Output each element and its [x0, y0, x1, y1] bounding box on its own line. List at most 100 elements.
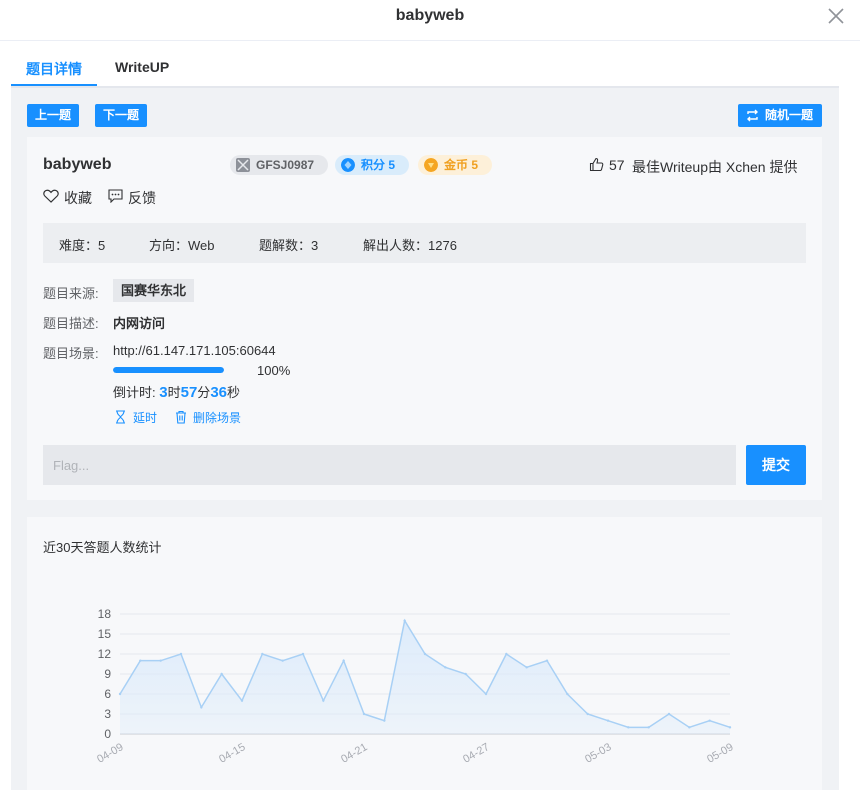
stats-chart-card: 近30天答题人数统计 0 3 6 9 12 15 18 04-09 04-15 04-21 04-2… — [27, 517, 822, 790]
chart-point — [545, 659, 549, 662]
prev-button[interactable]: 上一题 — [27, 104, 79, 127]
chart-y-tick-label: 6 — [104, 687, 111, 701]
chart-point — [200, 706, 203, 709]
next-button[interactable]: 下一题 — [95, 104, 147, 127]
countdown: 倒计时: 3时57分36秒 — [113, 382, 240, 401]
chart-point — [444, 666, 447, 669]
score-badge-text: 积分 5 — [361, 158, 396, 172]
code-badge-text: GFSJ0987 — [256, 158, 315, 172]
chart-point — [423, 652, 427, 656]
chart-point — [505, 652, 508, 656]
solves-stat: 题解数：3 — [259, 238, 319, 253]
close-icon[interactable] — [826, 6, 846, 26]
content-panel: 上一题 下一题 随机一题 babyweb GFSJ0987 积分 5 金币 5 … — [11, 88, 839, 790]
chart-point — [667, 712, 671, 716]
chart-y-tick-label: 0 — [104, 727, 111, 741]
scene-progress-fill — [113, 367, 224, 373]
solves-chart: 0 3 6 9 12 15 18 04-09 04-15 04-21 04-27 05-03 05-09 — [95, 607, 735, 766]
chart-point — [301, 652, 305, 656]
chart-point — [647, 726, 650, 729]
progress-text: 100% — [257, 363, 291, 378]
chart-y-tick-label: 9 — [104, 667, 111, 681]
code-badge: GFSJ0987 — [230, 155, 328, 175]
random-button-label: 随机一题 — [764, 108, 813, 122]
countdown-label: 倒计时: — [113, 385, 156, 400]
cube-icon — [236, 158, 250, 172]
chart-point — [728, 726, 732, 729]
chart-point — [139, 659, 142, 662]
chart-point — [261, 652, 264, 656]
chart-y-tick-label: 12 — [98, 647, 112, 661]
chart-point — [362, 712, 366, 716]
description-value: 内网访问 — [113, 316, 166, 331]
chart-area — [120, 620, 730, 734]
chart-point — [566, 692, 569, 696]
countdown-hours-unit: 时 — [167, 385, 181, 400]
random-button[interactable]: 随机一题 — [738, 104, 822, 127]
chart-point — [118, 692, 122, 696]
chart-x-tick-label: 05-09 — [705, 741, 735, 765]
chart-point — [627, 726, 630, 729]
chart-point — [342, 659, 345, 662]
source-tag: 国赛华东北 — [113, 279, 195, 302]
countdown-hours: 3 — [159, 384, 168, 401]
solvers-stat: 解出人数：1276 — [363, 238, 457, 253]
dialog-title: babyweb — [395, 7, 465, 24]
chart-point — [179, 652, 183, 656]
chart-x-tick-label: 04-27 — [461, 741, 491, 765]
chart-point — [688, 726, 691, 729]
chart-point — [383, 719, 386, 722]
scene-url[interactable]: http://61.147.171.105:60644 — [113, 343, 276, 358]
chart-point — [464, 672, 467, 676]
tab-writeup[interactable]: WriteUP — [115, 59, 169, 75]
chart-point — [240, 699, 244, 702]
challenge-name: babyweb — [43, 156, 112, 173]
scene-label: 题目场景: — [43, 346, 99, 361]
countdown-seconds: 36 — [210, 384, 227, 401]
delete-scene-link[interactable]: 删除场景 — [193, 409, 241, 426]
countdown-minutes: 57 — [180, 384, 198, 401]
direction-stat: 方向：Web — [149, 238, 215, 253]
submit-button[interactable]: 提交 — [746, 445, 806, 485]
stats-bar: 难度：5 方向：Web 题解数：3 解出人数：1276 — [43, 223, 806, 263]
chart-point — [708, 719, 711, 722]
countdown-minutes-unit: 分 — [197, 385, 211, 400]
dialog-header: babyweb — [0, 0, 860, 41]
feedback-icon[interactable] — [108, 189, 123, 203]
chart-point — [403, 619, 406, 622]
favorite-link[interactable]: 收藏 — [64, 188, 92, 208]
thumbs-up-icon[interactable] — [589, 157, 604, 172]
challenge-card: babyweb GFSJ0987 积分 5 金币 5 57 最佳Writeup由… — [27, 137, 822, 500]
tab-details[interactable]: 题目详情 — [26, 59, 82, 79]
flag-input[interactable] — [43, 445, 736, 485]
best-writeup-text: 最佳Writeup由 Xchen 提供 — [632, 159, 798, 175]
trash-icon[interactable] — [175, 410, 187, 424]
feedback-link[interactable]: 反馈 — [128, 188, 156, 208]
difficulty-stat: 难度：5 — [59, 238, 106, 253]
chart-x-tick-label: 05-03 — [583, 741, 613, 765]
chart-y-tick-label: 15 — [98, 627, 112, 641]
hourglass-icon[interactable] — [115, 410, 126, 424]
countdown-seconds-unit: 秒 — [227, 385, 241, 400]
chart-point — [586, 712, 589, 716]
coin-badge: 金币 5 — [418, 155, 492, 175]
heart-icon[interactable] — [43, 189, 59, 203]
chart-x-tick-label: 04-09 — [95, 741, 125, 765]
extend-link[interactable]: 延时 — [133, 409, 157, 426]
chart-y-tick-label: 18 — [98, 607, 112, 621]
scene-progress-bar — [113, 367, 224, 373]
tab-active-indicator — [11, 84, 97, 86]
source-label: 题目来源: — [43, 286, 99, 301]
coin-icon — [424, 158, 438, 172]
shuffle-icon — [747, 109, 758, 122]
likes-count: 57 — [609, 157, 625, 173]
score-badge: 积分 5 — [335, 155, 409, 175]
tab-bar: 题目详情 WriteUP — [11, 41, 839, 88]
chart-point — [484, 692, 488, 696]
chart-point — [220, 672, 223, 676]
coin-badge-text: 金币 5 — [444, 158, 479, 172]
chart-point — [159, 659, 162, 662]
chart-point — [606, 719, 610, 722]
chart-y-tick-label: 3 — [104, 707, 111, 721]
score-icon — [341, 158, 355, 172]
